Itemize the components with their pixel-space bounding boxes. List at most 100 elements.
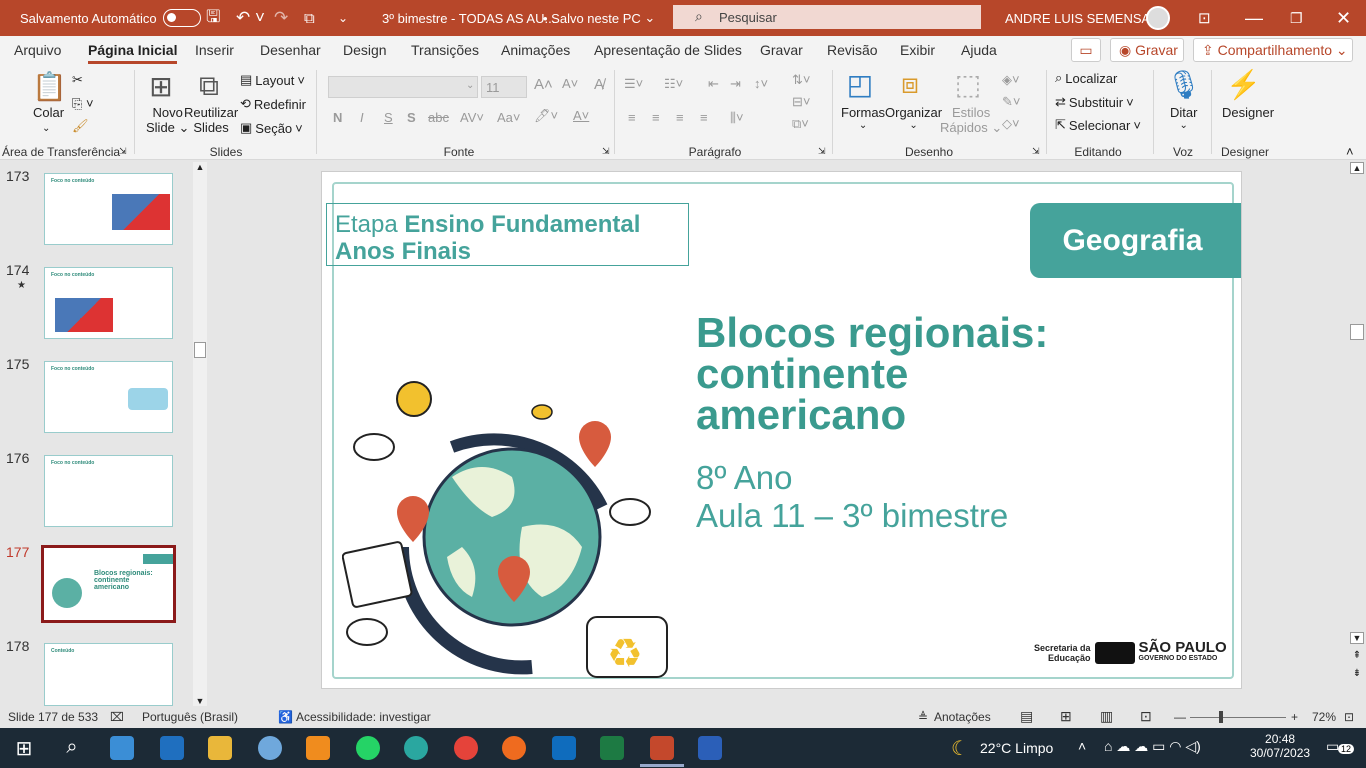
normal-view-icon[interactable]: ▤ — [1020, 708, 1033, 725]
thumbnail-scrollbar[interactable]: ▲ ▼ — [193, 162, 207, 706]
dictate-button[interactable]: Ditar ⌄ — [1170, 105, 1197, 131]
tab-transicoes[interactable]: Transições — [411, 42, 479, 58]
search-box[interactable]: ⌕ Pesquisar — [673, 5, 981, 29]
slide-thumbnail[interactable]: Foco no conteúdo — [44, 267, 173, 339]
language-label[interactable]: Português (Brasil) — [142, 710, 238, 724]
char-spacing-icon[interactable]: AV˅ — [460, 110, 484, 125]
tab-animacoes[interactable]: Animações — [501, 42, 570, 58]
numbering-icon[interactable]: ☷˅ — [664, 76, 683, 92]
ribbon-display-icon[interactable]: ⊡ — [1198, 0, 1211, 36]
etapa-box[interactable]: Etapa Ensino Fundamental Anos Finais — [326, 203, 689, 266]
user-name[interactable]: ANDRE LUIS SEMENSATO — [1005, 0, 1167, 36]
format-painter-icon[interactable]: 🖌 — [72, 118, 89, 134]
strikethrough-icon[interactable]: abc — [428, 110, 449, 125]
maximize-icon[interactable]: ❐ — [1290, 0, 1303, 36]
paste-icon[interactable]: 📋 — [32, 70, 67, 103]
app-icon-2[interactable] — [160, 736, 184, 760]
reuse-slides-icon[interactable]: ⧉ — [192, 70, 226, 103]
app-icon-1[interactable] — [110, 736, 134, 760]
comments-button[interactable]: ▭ — [1071, 38, 1101, 62]
weather-label[interactable]: 22°C Limpo — [980, 740, 1053, 756]
arrange-button[interactable]: Organizar ⌄ — [885, 105, 942, 131]
clipboard-launcher-icon[interactable]: ⇲ — [119, 146, 127, 157]
save-icon[interactable]: 🖫 — [206, 0, 220, 36]
shrink-font-icon[interactable]: A˅ — [562, 76, 578, 91]
editor-scrollbar[interactable]: ▲ ▼ ⇞ ⇟ — [1350, 162, 1364, 706]
excel-icon[interactable] — [600, 736, 624, 760]
microphone-icon[interactable]: 🎙 — [1166, 68, 1202, 101]
tab-pagina-inicial[interactable]: Página Inicial — [88, 42, 178, 64]
designer-icon[interactable]: ⚡ — [1226, 68, 1261, 101]
tab-desenhar[interactable]: Desenhar — [260, 42, 321, 58]
collapse-ribbon-icon[interactable]: ˄ — [1346, 144, 1354, 159]
align-text-icon[interactable]: ⊟˅ — [792, 94, 810, 110]
columns-icon[interactable]: ⫼˅ — [730, 110, 744, 126]
zoom-level[interactable]: 72% — [1312, 710, 1336, 724]
present-icon[interactable]: ⧉ — [304, 0, 315, 36]
outlook-icon[interactable] — [552, 736, 576, 760]
designer-button[interactable]: Designer — [1222, 105, 1274, 120]
word-icon[interactable] — [698, 736, 722, 760]
paste-button[interactable]: Colar — [33, 105, 64, 120]
scroll-down-icon[interactable]: ▼ — [1350, 632, 1364, 644]
toggle-switch[interactable] — [162, 9, 201, 27]
search-taskbar-icon[interactable]: ⌕ — [60, 736, 84, 760]
underline-icon[interactable]: S — [384, 110, 393, 125]
scroll-up-icon[interactable]: ▲ — [193, 162, 207, 172]
scroll-thumb[interactable] — [1350, 324, 1364, 340]
reading-view-icon[interactable]: ▥ — [1100, 708, 1113, 725]
text-direction-icon[interactable]: ⇅˅ — [792, 72, 810, 88]
fit-slide-icon[interactable]: ⊡ — [1344, 710, 1354, 724]
zoom-in-icon[interactable]: + — [1291, 710, 1298, 724]
doc-title[interactable]: 3º bimestre - TODAS AS AU... — [382, 0, 555, 36]
new-slide-icon[interactable]: ⊞ — [144, 70, 178, 103]
paste-dropdown-icon[interactable]: ⌄ — [42, 123, 50, 134]
find-button[interactable]: ⌕ Localizar — [1055, 70, 1117, 86]
tab-gravar[interactable]: Gravar — [760, 42, 803, 58]
tab-apresentacao[interactable]: Apresentação de Slides — [594, 42, 742, 58]
tab-ajuda[interactable]: Ajuda — [961, 42, 997, 58]
scroll-thumb[interactable] — [194, 342, 206, 358]
edge-icon[interactable] — [404, 736, 428, 760]
customize-icon[interactable]: ⌄ — [338, 0, 348, 36]
new-slide-button[interactable]: Novo Slide ⌄ — [146, 105, 189, 136]
chevron-up-icon[interactable]: ˄ — [1078, 738, 1086, 754]
slide-canvas[interactable]: Etapa Ensino Fundamental Anos Finais Geo… — [321, 171, 1242, 689]
bold-icon[interactable]: N — [333, 110, 342, 125]
tab-design[interactable]: Design — [343, 42, 387, 58]
justify-icon[interactable]: ≡ — [700, 110, 708, 125]
redo-icon[interactable]: ↷ — [274, 0, 288, 36]
avatar[interactable] — [1146, 0, 1170, 36]
shadow-icon[interactable]: S — [407, 110, 416, 125]
slide-title[interactable]: Blocos regionais: continente americano — [696, 312, 1216, 436]
quick-styles-icon[interactable]: ⬚ — [952, 68, 984, 101]
font-launcher-icon[interactable]: ⇲ — [602, 146, 610, 157]
windows-start-icon[interactable]: ⊞ — [12, 736, 36, 760]
accessibility-label[interactable]: Acessibilidade: investigar — [296, 710, 431, 724]
cut-icon[interactable]: ✂ — [72, 72, 83, 88]
copy-icon[interactable]: ⎘ ˅ — [72, 96, 94, 112]
file-explorer-icon[interactable] — [208, 736, 232, 760]
autosave-toggle[interactable]: Salvamento Automático — [20, 0, 201, 36]
change-case-icon[interactable]: Aa˅ — [497, 110, 521, 125]
slide-thumbnail[interactable]: Foco no conteúdo — [44, 173, 173, 245]
zoom-slider[interactable] — [1190, 717, 1286, 718]
undo-icon[interactable]: ↶ ˅ — [236, 0, 265, 36]
grow-font-icon[interactable]: A˄ — [534, 76, 553, 93]
shape-effects-icon[interactable]: ◇˅ — [1002, 116, 1020, 132]
slide-sorter-icon[interactable]: ⊞ — [1060, 708, 1072, 725]
layout-button[interactable]: ▤ Layout ˅ — [240, 72, 305, 88]
tab-arquivo[interactable]: Arquivo — [14, 42, 61, 58]
highlight-icon[interactable]: 🖊˅ — [534, 108, 558, 124]
slide-subtitle[interactable]: 8º Ano Aula 11 – 3º bimestre — [696, 459, 1008, 535]
tab-exibir[interactable]: Exibir — [900, 42, 935, 58]
font-family-dropdown-icon[interactable]: ⌄ — [466, 80, 474, 91]
spellcheck-icon[interactable]: ⌧ — [110, 710, 124, 724]
record-button[interactable]: ◉ Gravar — [1110, 38, 1184, 62]
chrome-icon[interactable] — [454, 736, 478, 760]
share-button[interactable]: ⇪ Compartilhamento ⌄ — [1193, 38, 1353, 62]
slide-thumbnail[interactable]: Foco no conteúdo — [44, 361, 173, 433]
powerpoint-icon[interactable] — [650, 736, 674, 760]
clear-format-icon[interactable]: A̸ — [594, 76, 604, 93]
align-center-icon[interactable]: ≡ — [652, 110, 660, 125]
